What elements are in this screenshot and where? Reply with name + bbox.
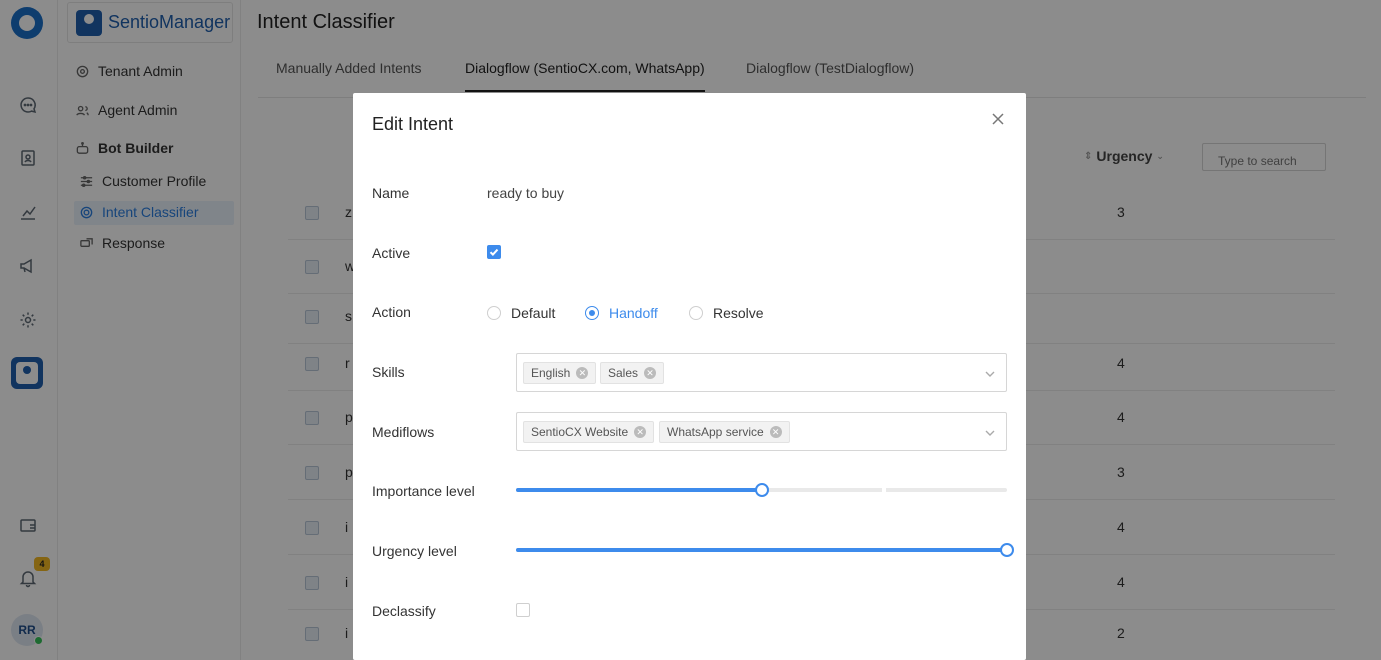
chevron-down-icon[interactable] [984, 426, 996, 438]
tag-label: SentioCX Website [531, 425, 629, 439]
action-radio-default[interactable]: Default [487, 305, 555, 321]
radio-label: Default [511, 305, 556, 321]
remove-tag-icon[interactable]: ✕ [769, 426, 782, 438]
skill-tag: English ✕ [523, 362, 597, 384]
edit-intent-modal: Edit Intent Name ready to buy Active Act… [353, 93, 1026, 660]
mediflow-tag: WhatsApp service ✕ [659, 421, 790, 443]
slider-step-mark [882, 487, 886, 493]
skills-select[interactable]: English ✕ Sales ✕ [516, 353, 1007, 392]
slider-handle[interactable] [1000, 543, 1014, 557]
checkmark-icon [489, 248, 499, 257]
action-label: Action [372, 304, 411, 320]
tag-label: Sales [608, 366, 639, 380]
mediflows-label: Mediflows [372, 424, 435, 440]
close-icon[interactable] [991, 112, 1007, 128]
active-label: Active [372, 245, 411, 261]
slider-fill [516, 488, 762, 492]
tag-label: English [531, 366, 571, 380]
urgency-level-slider[interactable] [516, 543, 1014, 557]
skill-tag: Sales ✕ [600, 362, 665, 384]
remove-tag-icon[interactable]: ✕ [576, 367, 589, 379]
modal-title: Edit Intent [372, 114, 454, 134]
slider-fill [516, 548, 1007, 552]
importance-level-slider[interactable] [516, 483, 1007, 497]
active-checkbox[interactable] [487, 245, 501, 259]
chevron-down-icon[interactable] [984, 367, 996, 379]
action-radio-resolve[interactable]: Resolve [689, 305, 764, 321]
declassify-label: Declassify [372, 603, 436, 619]
declassify-checkbox[interactable] [516, 603, 530, 617]
skills-label: Skills [372, 364, 405, 380]
remove-tag-icon[interactable]: ✕ [634, 426, 647, 438]
action-radio-handoff[interactable]: Handoff [585, 305, 658, 321]
tag-label: WhatsApp service [667, 425, 764, 439]
mediflow-tag: SentioCX Website ✕ [523, 421, 655, 443]
remove-tag-icon[interactable]: ✕ [644, 367, 657, 379]
radio-circle[interactable] [689, 306, 703, 320]
mediflows-select[interactable]: SentioCX Website ✕ WhatsApp service ✕ [516, 412, 1007, 451]
radio-circle[interactable] [487, 306, 501, 320]
urgency-level-label: Urgency level [372, 543, 457, 559]
name-value[interactable]: ready to buy [487, 185, 564, 201]
radio-label: Handoff [609, 305, 658, 321]
radio-circle[interactable] [585, 306, 599, 320]
importance-level-label: Importance level [372, 483, 475, 499]
name-label: Name [372, 185, 410, 201]
slider-handle[interactable] [754, 483, 769, 497]
radio-label: Resolve [713, 305, 764, 321]
